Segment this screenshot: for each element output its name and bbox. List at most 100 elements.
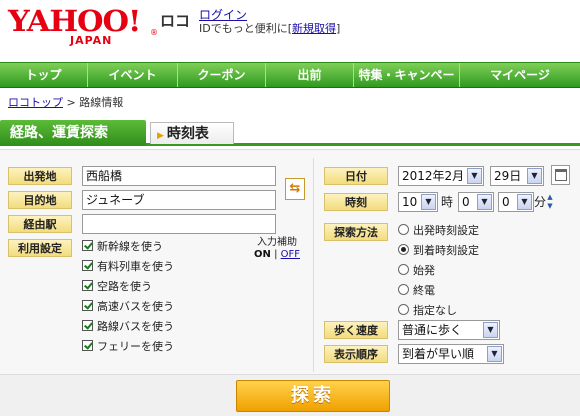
minute-stepper[interactable]: ▲ ▼ [545, 193, 555, 213]
date-label: 日付 [324, 167, 388, 185]
tab-timetable[interactable]: ▶ 時刻表 [150, 122, 234, 144]
option-shinkansen[interactable]: 新幹線を使う [82, 239, 163, 255]
method-departure-time[interactable]: 出発時刻設定 [398, 223, 479, 239]
option-paid-express[interactable]: 有料列車を使う [82, 259, 174, 275]
radio-button[interactable] [398, 284, 409, 295]
option-ferry[interactable]: フェリーを使う [82, 339, 174, 355]
option-label: 路線バスを使う [97, 320, 174, 333]
search-tabs: 経路、運賃探索 ▶ 時刻表 [0, 120, 580, 146]
input-assist: 入力補助 ON | OFF [254, 237, 300, 261]
nav-item-coupons[interactable]: クーポン [178, 63, 266, 87]
chevron-down-icon: ▼ [527, 168, 542, 184]
day-select[interactable]: 29日 ▼ [490, 166, 544, 186]
nav-item-mypage[interactable]: マイページ [460, 63, 580, 87]
via-label: 経由駅 [8, 215, 72, 233]
option-label: フェリーを使う [97, 340, 174, 353]
calendar-icon[interactable] [551, 165, 570, 185]
hour-unit: 時 [441, 195, 454, 209]
radio-button[interactable] [398, 244, 409, 255]
option-label: 有料列車を使う [97, 260, 174, 273]
options-label: 利用設定 [8, 239, 72, 257]
method-unspecified[interactable]: 指定なし [398, 303, 457, 319]
route-search-form: 出発地 西船橋 目的地 ジュネーブ ⇆ 経由駅 利用設定 新幹線を使う 有料列車… [0, 149, 580, 374]
chevron-down-icon: ▼ [421, 194, 436, 210]
search-footer: 探索 [0, 374, 580, 416]
register-link[interactable]: 新規取得 [292, 22, 336, 35]
calendar-glyph [555, 169, 567, 181]
radio-button[interactable] [398, 264, 409, 275]
hour-select[interactable]: 10 ▼ [398, 192, 438, 212]
logo-wordmark: YAHOO! [8, 4, 141, 38]
sort-order-value: 到着が早い順 [402, 347, 475, 361]
column-divider [313, 158, 314, 372]
checkbox[interactable] [82, 280, 93, 291]
login-promo: IDでもっと便利に[新規取得] [199, 20, 340, 36]
chevron-down-icon: ▼ [487, 346, 502, 362]
search-button[interactable]: 探索 [236, 380, 390, 412]
option-local-bus[interactable]: 路線バスを使う [82, 319, 174, 335]
time-label: 時刻 [324, 193, 388, 211]
radio-label: 終電 [413, 284, 435, 297]
search-method-label: 探索方法 [324, 223, 388, 241]
radio-label: 指定なし [413, 304, 457, 317]
chevron-down-icon: ▼ [477, 194, 492, 210]
minute-ones-value: 0 [502, 195, 510, 209]
radio-label: 始発 [413, 264, 435, 277]
nav-item-events[interactable]: イベント [88, 63, 178, 87]
assist-on-toggle[interactable]: ON [254, 249, 271, 260]
triangle-right-icon: ▶ [157, 131, 164, 141]
destination-input[interactable]: ジュネーブ [82, 190, 276, 210]
method-last-train[interactable]: 終電 [398, 283, 435, 299]
chevron-down-icon: ▼ [483, 322, 498, 338]
nav-item-campaigns[interactable]: 特集・キャンペーン [354, 63, 460, 106]
stepper-up-icon[interactable]: ▲ [545, 193, 555, 202]
option-air[interactable]: 空路を使う [82, 279, 152, 295]
minute-ones-select[interactable]: 0 ▼ [498, 192, 534, 212]
option-label: 高速バスを使う [97, 300, 174, 313]
option-highway-bus[interactable]: 高速バスを使う [82, 299, 174, 315]
service-name: ロコ [160, 12, 191, 30]
departure-label: 出発地 [8, 167, 72, 185]
radio-button[interactable] [398, 304, 409, 315]
breadcrumb-current: 路線情報 [79, 96, 124, 109]
hour-value: 10 [402, 195, 418, 209]
day-value: 29日 [494, 169, 522, 183]
checkbox[interactable] [82, 320, 93, 331]
global-nav: トップ イベント クーポン 出前 特集・キャンペーン マイページ [0, 62, 580, 106]
login-promo-prefix: IDでもっと便利に[ [199, 22, 293, 35]
nav-item-delivery[interactable]: 出前 [266, 63, 354, 87]
method-first-train[interactable]: 始発 [398, 263, 435, 279]
checkbox[interactable] [82, 260, 93, 271]
login-promo-suffix: ] [336, 22, 341, 35]
checkbox[interactable] [82, 240, 93, 251]
radio-button[interactable] [398, 224, 409, 235]
assist-off-toggle[interactable]: OFF [281, 249, 300, 260]
walk-speed-select[interactable]: 普通に歩く ▼ [398, 320, 500, 340]
tab-route-search[interactable]: 経路、運賃探索 [0, 120, 146, 146]
option-label: 空路を使う [97, 280, 152, 293]
breadcrumb: ロコトップ > 路線情報 [8, 94, 123, 110]
swap-icon[interactable]: ⇆ [285, 178, 305, 200]
nav-item-top[interactable]: トップ [0, 63, 88, 87]
stepper-down-icon[interactable]: ▼ [545, 202, 555, 211]
logo-subtext: JAPAN [70, 34, 113, 47]
departure-input[interactable]: 西船橋 [82, 166, 276, 186]
input-assist-label: 入力補助 [257, 237, 297, 248]
breadcrumb-root-link[interactable]: ロコトップ [8, 96, 63, 109]
minute-tens-select[interactable]: 0 ▼ [458, 192, 494, 212]
sort-order-select[interactable]: 到着が早い順 ▼ [398, 344, 504, 364]
radio-label: 到着時刻設定 [413, 244, 479, 257]
month-select[interactable]: 2012年2月 ▼ [398, 166, 484, 186]
tab-timetable-label: 時刻表 [166, 126, 209, 142]
chevron-down-icon: ▼ [517, 194, 532, 210]
chevron-down-icon: ▼ [467, 168, 482, 184]
breadcrumb-separator: > [66, 96, 76, 109]
radio-label: 出発時刻設定 [413, 224, 479, 237]
checkbox[interactable] [82, 340, 93, 351]
option-label: 新幹線を使う [97, 240, 163, 253]
method-arrival-time[interactable]: 到着時刻設定 [398, 243, 479, 259]
checkbox[interactable] [82, 300, 93, 311]
yahoo-japan-logo[interactable]: YAHOO! JAPAN ® [8, 4, 158, 50]
via-input[interactable] [82, 214, 276, 234]
walk-speed-label: 歩く速度 [324, 321, 388, 339]
